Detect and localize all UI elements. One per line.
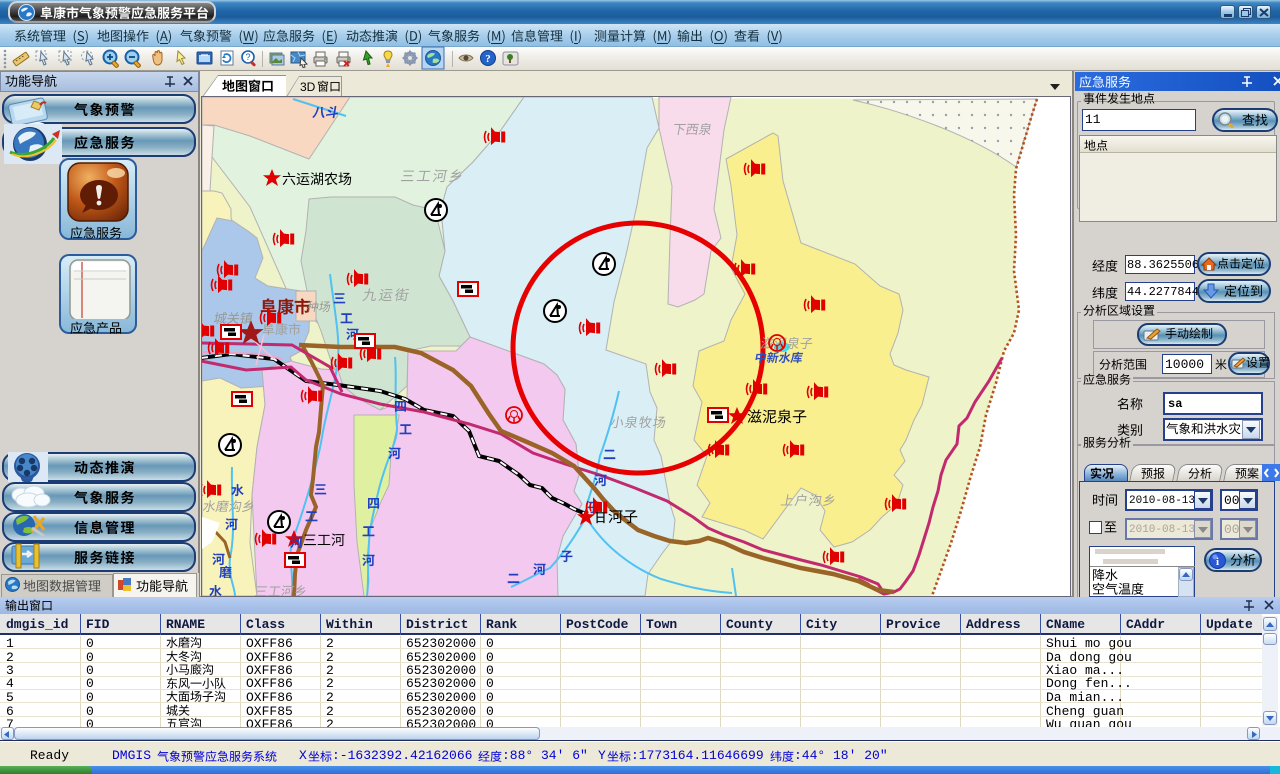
svg-text:3D: 3D: [300, 80, 316, 94]
svg-text:?: ?: [245, 52, 250, 62]
svg-text:?: ?: [485, 53, 491, 65]
svg-text:i: i: [1216, 556, 1219, 568]
